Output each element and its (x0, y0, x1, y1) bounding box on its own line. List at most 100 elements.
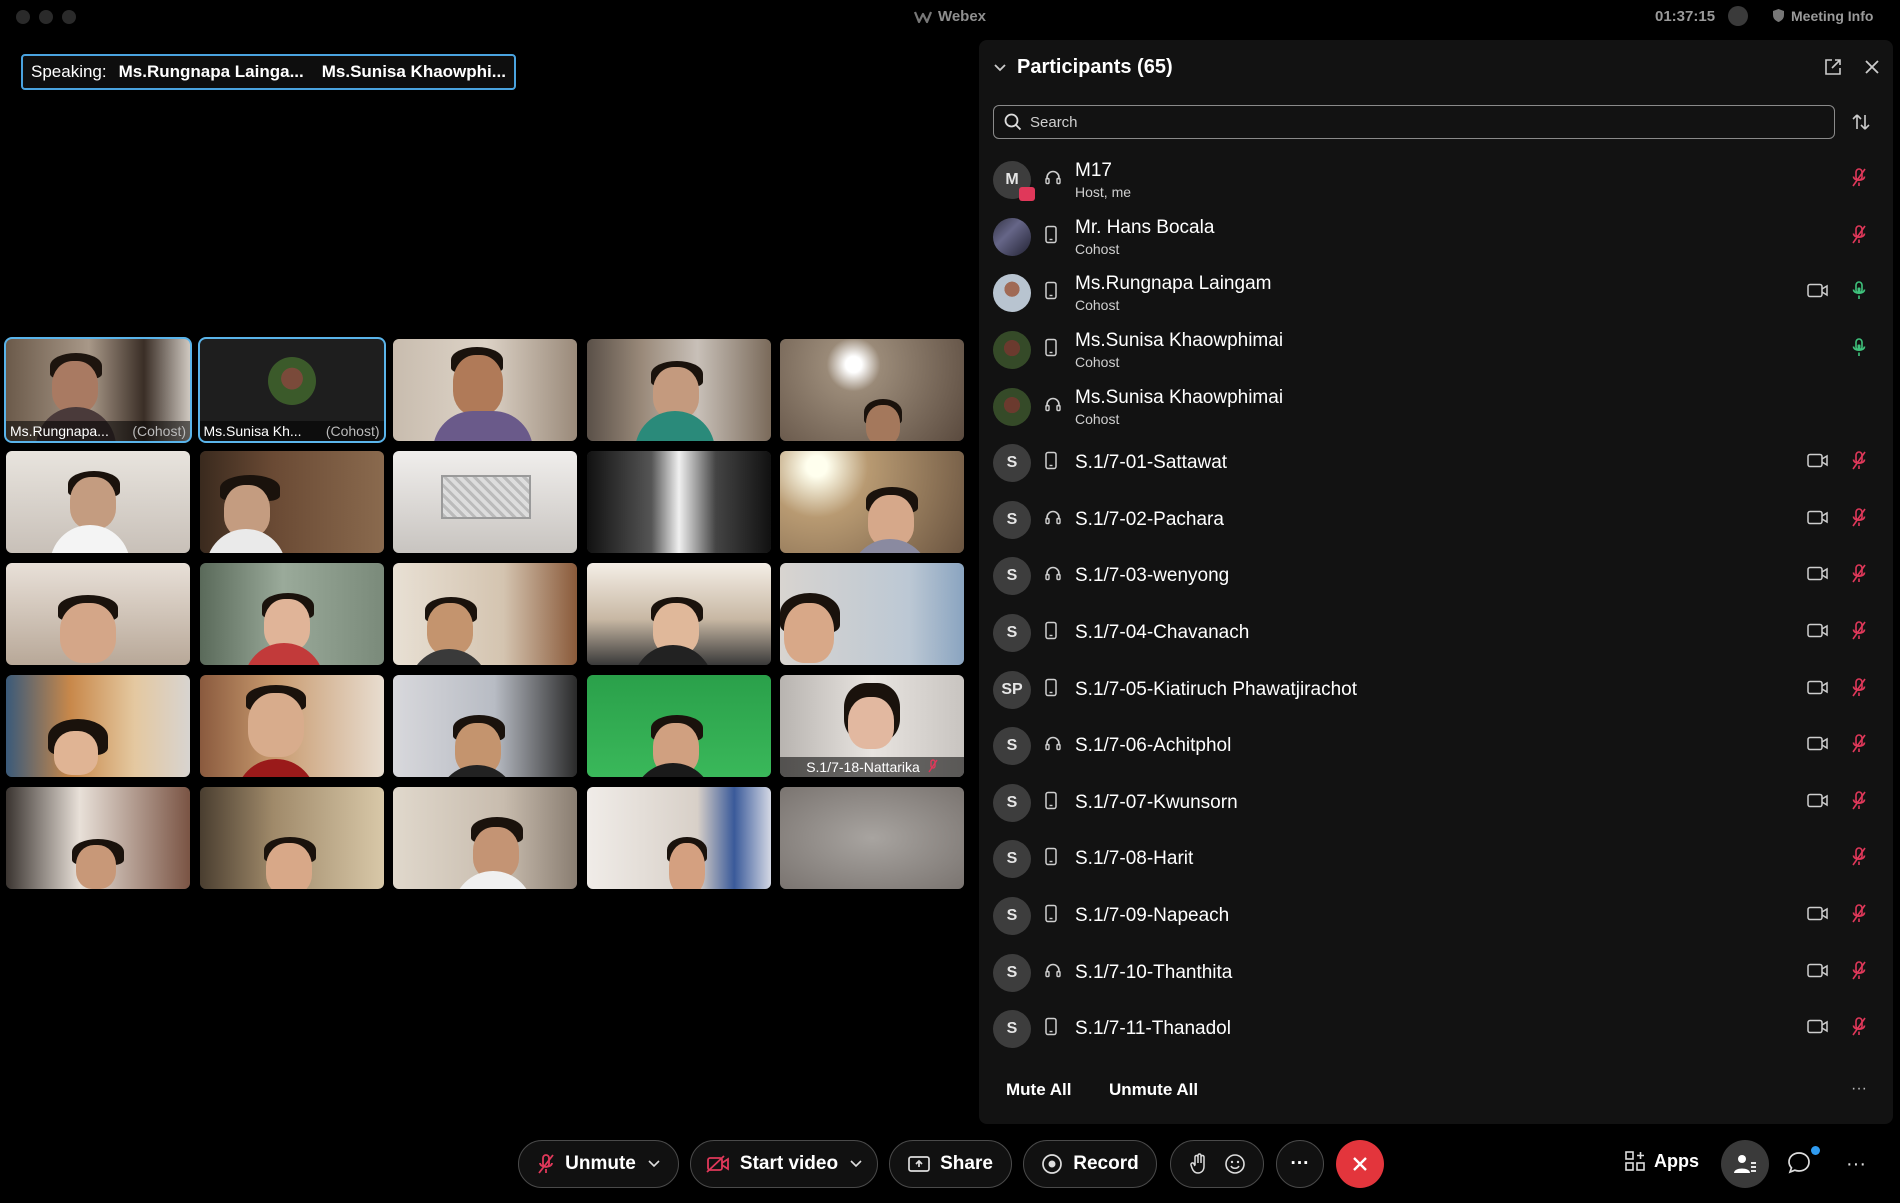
mic-muted-icon[interactable] (1851, 224, 1867, 249)
video-tile[interactable]: Ms.Sunisa Kh... (Cohost) (197, 337, 386, 443)
participant-row[interactable]: M M17 Host, me (979, 152, 1893, 209)
participant-row[interactable]: S S.1/7-06-Achitphol (979, 718, 1893, 775)
video-tile[interactable] (780, 339, 964, 441)
video-off-icon (706, 1155, 729, 1173)
mic-on-icon[interactable] (1851, 281, 1867, 306)
participant-name: S.1/7-08-Harit (1075, 848, 1194, 870)
mic-muted-icon[interactable] (1851, 621, 1867, 646)
video-tile[interactable]: Ms.Rungnapa... (Cohost) (4, 337, 192, 443)
participant-row[interactable]: S S.1/7-03-wenyong (979, 548, 1893, 605)
reactions-group[interactable] (1170, 1140, 1264, 1188)
participant-row[interactable]: S S.1/7-11-Thanadol (979, 1001, 1893, 1058)
apps-button[interactable]: Apps (1624, 1150, 1699, 1172)
mic-muted-icon[interactable] (1851, 734, 1867, 759)
mic-muted-icon[interactable] (1851, 677, 1867, 702)
participant-row[interactable]: S S.1/7-10-Thanthita (979, 944, 1893, 1001)
record-button[interactable]: Record (1023, 1140, 1157, 1188)
video-grid: Ms.Rungnapa... (Cohost) Ms.Sunisa Kh... (C… (4, 337, 964, 889)
participant-row[interactable]: S S.1/7-08-Harit (979, 831, 1893, 888)
mic-muted-icon[interactable] (1851, 960, 1867, 985)
video-tile[interactable] (780, 787, 964, 889)
unmute-all-button[interactable]: Unmute All (1109, 1080, 1198, 1100)
avatar: S (993, 727, 1031, 766)
participant-info: S.1/7-04-Chavanach (1075, 622, 1249, 644)
participant-search[interactable] (993, 105, 1835, 139)
participant-row[interactable]: SP S.1/7-05-Kiatiruch Phawatjirachot (979, 661, 1893, 718)
start-video-label: Start video (739, 1153, 839, 1174)
participant-row[interactable]: Ms.Sunisa Khaowphimai Cohost (979, 322, 1893, 379)
overflow-menu-button[interactable]: ··· (1846, 1153, 1866, 1176)
video-tile[interactable] (780, 451, 964, 553)
video-tile[interactable] (6, 451, 190, 553)
mic-muted-icon[interactable] (1851, 451, 1867, 476)
emoji-icon[interactable] (1224, 1153, 1246, 1175)
participant-row[interactable]: S S.1/7-07-Kwunsorn (979, 775, 1893, 832)
participant-row[interactable]: S S.1/7-09-Napeach (979, 888, 1893, 945)
video-tile[interactable]: S.1/7-18-Nattarika (780, 675, 964, 777)
video-tile[interactable] (586, 563, 771, 665)
network-signal-icon[interactable] (1728, 6, 1748, 26)
mic-on-icon[interactable] (1851, 338, 1867, 363)
chevron-down-icon[interactable] (648, 1160, 660, 1168)
video-tile[interactable] (393, 563, 577, 665)
video-tile[interactable] (393, 339, 577, 441)
video-tile[interactable] (586, 339, 771, 441)
video-tile[interactable] (393, 675, 577, 777)
popout-icon[interactable] (1824, 58, 1842, 76)
start-video-button[interactable]: Start video (690, 1140, 878, 1188)
unmute-button[interactable]: Unmute (518, 1140, 679, 1188)
meeting-info-button[interactable]: Meeting Info (1772, 8, 1873, 24)
participants-header[interactable]: Participants (65) (993, 56, 1173, 79)
mic-muted-icon[interactable] (1851, 847, 1867, 872)
title-bar: Webex 01:37:15 Meeting Info (0, 0, 1900, 34)
avatar-initials: S (1006, 624, 1018, 642)
video-tile[interactable] (393, 451, 577, 553)
mic-muted-icon[interactable] (1851, 790, 1867, 815)
more-options-button[interactable]: ··· (1276, 1140, 1324, 1188)
mic-muted-icon[interactable] (1851, 904, 1867, 929)
app-name: Webex (937, 8, 987, 25)
meeting-info-label: Meeting Info (1791, 8, 1874, 24)
mic-muted-icon[interactable] (1851, 564, 1867, 589)
mic-muted-icon[interactable] (1851, 168, 1867, 193)
video-tile[interactable] (199, 563, 384, 665)
participants-button[interactable] (1721, 1140, 1769, 1188)
participant-row[interactable]: S S.1/7-01-Sattawat (979, 435, 1893, 492)
chevron-down-icon[interactable] (993, 63, 1007, 73)
leave-meeting-button[interactable] (1336, 1140, 1384, 1188)
participant-name: Ms.Rungnapa Laingam (1075, 273, 1272, 295)
mute-all-button[interactable]: Mute All (1006, 1080, 1071, 1100)
participant-info: S.1/7-07-Kwunsorn (1075, 792, 1238, 814)
video-tile[interactable] (6, 675, 190, 777)
video-tile[interactable] (199, 787, 384, 889)
participant-row[interactable]: S S.1/7-02-Pachara (979, 492, 1893, 549)
chat-icon[interactable] (1786, 1150, 1812, 1176)
video-tile[interactable] (586, 675, 771, 777)
close-icon[interactable] (1863, 58, 1881, 76)
video-tile[interactable] (586, 451, 771, 553)
raise-hand-icon[interactable] (1189, 1153, 1209, 1175)
search-input[interactable] (1030, 113, 1810, 131)
video-tile[interactable] (393, 787, 577, 889)
mic-muted-icon[interactable] (1851, 507, 1867, 532)
more-options-icon[interactable]: ··· (1851, 1080, 1867, 1098)
mic-muted-icon[interactable] (1851, 1017, 1867, 1042)
video-camera-icon (1807, 566, 1829, 587)
participant-name: Ms.Sunisa Kh... (203, 423, 302, 439)
video-tile[interactable] (780, 563, 964, 665)
participant-info: S.1/7-08-Harit (1075, 848, 1193, 870)
video-tile[interactable] (199, 451, 384, 553)
participant-row[interactable]: Mr. Hans Bocala Cohost (979, 209, 1893, 266)
share-button[interactable]: Share (889, 1140, 1012, 1188)
chevron-down-icon[interactable] (850, 1160, 862, 1168)
video-tile[interactable] (6, 563, 190, 665)
video-tile[interactable] (199, 675, 384, 777)
participant-row[interactable]: Ms.Rungnapa Laingam Cohost (979, 265, 1893, 322)
video-tile[interactable] (6, 787, 190, 889)
video-camera-icon (1807, 792, 1829, 813)
participant-row[interactable]: Ms.Sunisa Khaowphimai Cohost (979, 378, 1893, 435)
sort-icon[interactable] (1851, 112, 1871, 132)
record-label: Record (1073, 1153, 1139, 1174)
participant-row[interactable]: S S.1/7-04-Chavanach (979, 605, 1893, 662)
video-tile[interactable] (586, 787, 771, 889)
